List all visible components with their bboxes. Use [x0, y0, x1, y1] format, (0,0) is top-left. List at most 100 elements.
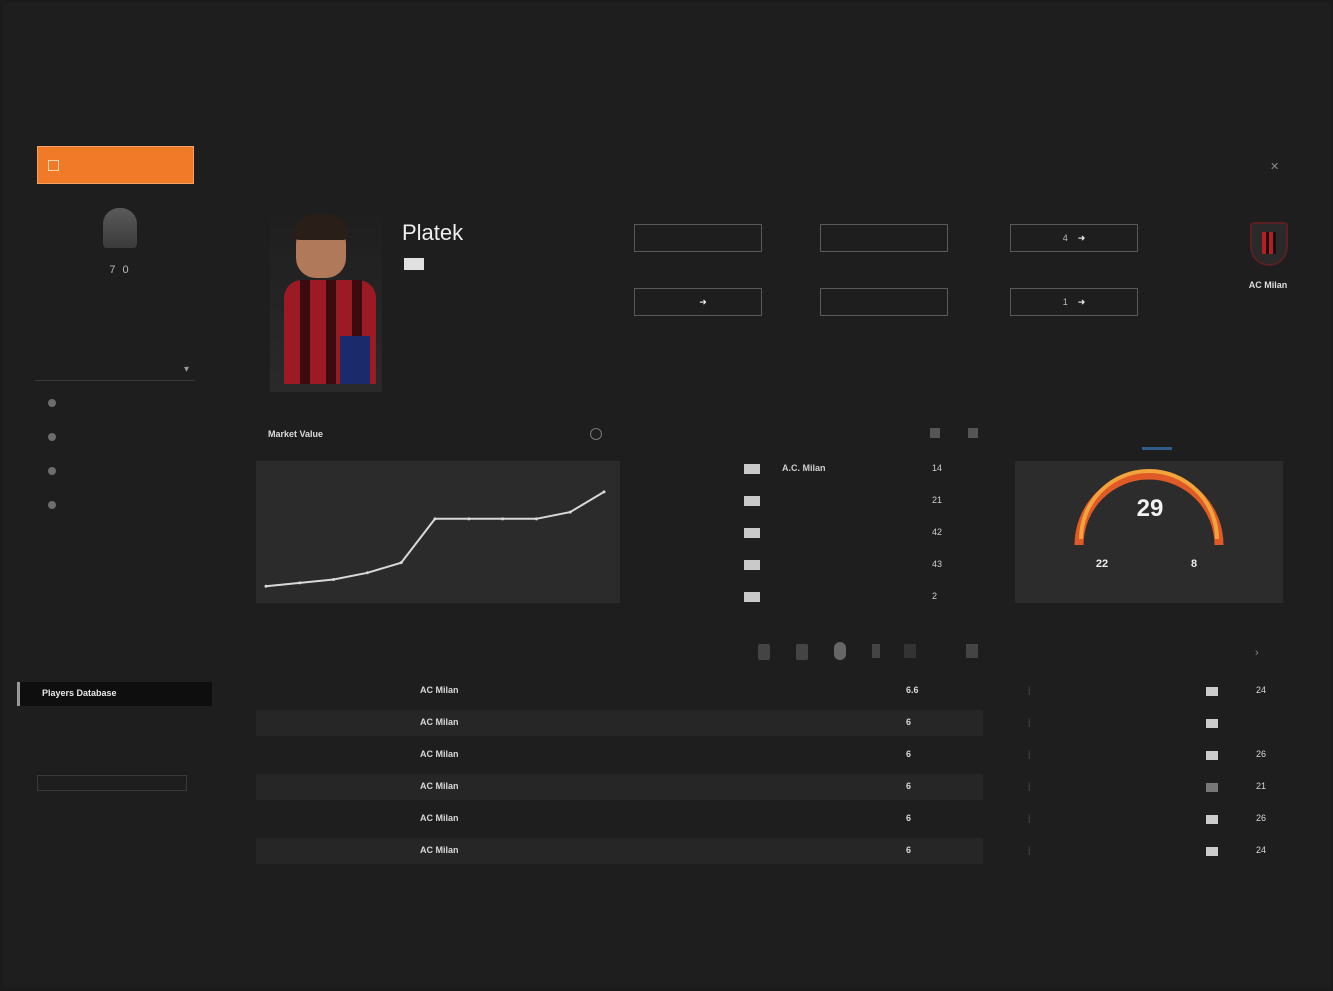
season-stat-1: 22 [1095, 558, 1109, 570]
market-value-point[interactable] [501, 517, 505, 521]
info-icon[interactable] [590, 428, 602, 440]
list-item[interactable]: | 26 [1020, 806, 1282, 832]
market-value-point[interactable] [534, 517, 538, 521]
flag-icon [744, 464, 760, 474]
season-tab-indicator [1142, 447, 1172, 450]
sidebar-item-2[interactable] [48, 426, 82, 460]
market-value-point[interactable] [568, 510, 572, 514]
flag-icon [744, 496, 760, 506]
nationality-flag-icon [404, 258, 424, 270]
player-field-1[interactable] [634, 224, 762, 252]
market-value-point[interactable] [298, 581, 302, 585]
chevron-right-icon[interactable]: › [1255, 647, 1259, 659]
player-photo [270, 206, 382, 392]
breadcrumb [256, 160, 304, 170]
primary-action-button[interactable] [37, 146, 194, 184]
club-crest-icon[interactable] [1250, 222, 1288, 266]
sidebar-nav [48, 392, 82, 596]
flag-icon [1206, 847, 1218, 856]
career-row[interactable]: 2 [640, 584, 986, 616]
crest-stripes [1262, 232, 1276, 254]
market-value-title: Market Value [268, 429, 324, 439]
table-row[interactable]: AC Milan 6 [256, 838, 983, 864]
flag-icon [1206, 815, 1218, 824]
market-value-point[interactable] [433, 517, 437, 521]
market-value-point[interactable] [264, 584, 268, 588]
market-value-point[interactable] [602, 490, 606, 494]
field-value: 1 [1062, 297, 1068, 307]
menu-icon [48, 160, 59, 171]
market-value-svg [264, 490, 606, 588]
flag-icon [744, 592, 760, 602]
sidebar-search-input[interactable] [37, 775, 187, 791]
market-value-point[interactable] [365, 571, 369, 575]
arrow-right-icon: ➜ [699, 297, 707, 307]
list-item[interactable]: | [1020, 710, 1282, 736]
sidebar-item-4[interactable] [48, 494, 82, 528]
career-row[interactable]: A.C. Milan 14 [640, 456, 986, 488]
nav-dot-icon [48, 399, 56, 407]
assist-icon [796, 644, 808, 660]
nav-dot-icon [48, 501, 56, 509]
table-row[interactable]: AC Milan 6 [256, 806, 983, 832]
career-row[interactable]: 21 [640, 488, 986, 520]
boot-icon [758, 644, 770, 660]
flag-icon [1206, 687, 1218, 696]
sidebar-item-1[interactable] [48, 392, 82, 426]
gauge-value: 29 [1136, 495, 1164, 522]
market-value-line [265, 491, 605, 588]
sidebar-subitem-2[interactable] [48, 562, 82, 596]
list-item[interactable]: | 21 [1020, 774, 1282, 800]
season-gauge-panel [1015, 461, 1283, 603]
nav-dot-icon [48, 433, 56, 441]
club-name: AC Milan [1248, 280, 1288, 290]
table-row[interactable]: AC Milan 6 [256, 742, 983, 768]
table-row[interactable]: AC Milan 6 [256, 710, 983, 736]
field-value: 4 [1062, 233, 1068, 243]
player-hair [294, 214, 348, 240]
flag-icon [1206, 783, 1218, 792]
market-value-chart[interactable] [256, 461, 620, 603]
flag-icon [1206, 751, 1218, 760]
player-field-6[interactable]: 1 ➜ [1010, 288, 1138, 316]
arrow-right-icon: ➜ [1077, 297, 1086, 307]
table-row[interactable]: AC Milan 6.6 [256, 678, 983, 704]
list-item[interactable]: | 24 [1020, 838, 1282, 864]
sidebar-active-label: Players Database [42, 688, 117, 698]
player-shirt-detail [340, 336, 370, 384]
sidebar-filter-select[interactable]: ▾ [35, 362, 195, 381]
user-card[interactable]: 7 0 [80, 208, 160, 276]
close-icon[interactable]: ✕ [1270, 160, 1279, 173]
sidebar-item-3[interactable] [48, 460, 82, 494]
chevron-down-icon: ▾ [183, 364, 189, 375]
avatar [103, 208, 137, 248]
market-value-point[interactable] [467, 517, 471, 521]
nav-dot-icon [48, 467, 56, 475]
career-row[interactable]: 43 [640, 552, 986, 584]
season-stat-2: 8 [1190, 558, 1198, 570]
user-stat: 7 0 [109, 264, 131, 276]
season-gauge [1074, 469, 1224, 546]
player-field-5[interactable] [820, 288, 948, 316]
sidebar-subitem-1[interactable] [48, 528, 82, 562]
player-field-4[interactable]: ➜ [634, 288, 762, 316]
career-row[interactable]: 42 [640, 520, 986, 552]
market-value-point[interactable] [332, 578, 336, 582]
career-list: A.C. Milan 14 21 42 43 2 [640, 456, 986, 616]
ball-icon [834, 642, 846, 660]
player-name: Platek [402, 220, 464, 245]
player-field-2[interactable] [820, 224, 948, 252]
list-item[interactable]: | 26 [1020, 742, 1282, 768]
list-item[interactable]: | 24 [1020, 678, 1282, 704]
arrow-right-icon: ➜ [1077, 233, 1086, 243]
sort-icon[interactable] [968, 428, 978, 438]
table-row[interactable]: AC Milan 6 [256, 774, 983, 800]
flag-icon [744, 528, 760, 538]
player-field-3[interactable]: 4 ➜ [1010, 224, 1138, 252]
flag-icon [744, 560, 760, 570]
market-value-point[interactable] [399, 561, 403, 565]
filter-icon[interactable] [930, 428, 940, 438]
red-card-icon [904, 644, 916, 658]
rating-icon [966, 644, 978, 658]
sidebar-item-players-database[interactable]: Players Database [17, 682, 212, 706]
